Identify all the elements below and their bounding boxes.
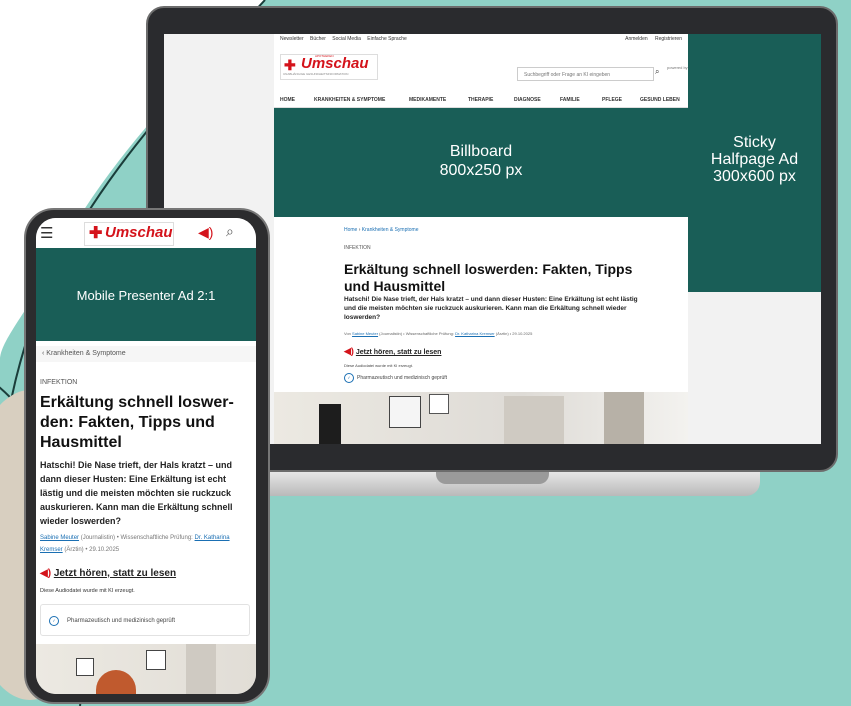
pharmacy-cross-icon: ✚ [284, 57, 296, 73]
hero-frame [389, 396, 421, 428]
article-title: Erkältung schnell loswerden: Fakten, Tip… [344, 261, 633, 294]
billboard-ad[interactable]: Billboard 800x250 px [274, 108, 688, 217]
speaker-icon: ◀) [40, 568, 52, 579]
mobile-meta-end: (Ärztin) • 29.10.2025 [64, 547, 120, 553]
desktop-site: Newsletter Bücher Social Media Einfache … [274, 34, 688, 444]
audio-button[interactable]: ◀) Jetzt hören, statt zu lesen [344, 346, 441, 357]
account-links: Anmelden Registrieren [619, 36, 682, 42]
menu-icon[interactable]: ☰ [40, 224, 53, 242]
top-navigation: Newsletter Bücher Social Media Einfache … [280, 36, 412, 42]
meta-end: (Ärztin) • 29.10.2025 [495, 331, 533, 336]
verified-badge: ✓ Pharmazeutisch und medizinisch geprüft [344, 373, 447, 383]
mobile-logo-text: Umschau [105, 224, 173, 241]
reviewer-link[interactable]: Dr. Katharina Kremser [455, 331, 495, 336]
mobile-logo[interactable]: ✚ Umschau [84, 222, 174, 246]
logo-subtitle: UNABHÄNGIGE GESUNDHEITSINFORMATION [283, 72, 349, 76]
mobile-verified-label: Pharmazeutisch und medizinisch geprüft [67, 618, 176, 624]
halfpage-label-1: Sticky [733, 134, 776, 151]
mobile-audio-label: Jetzt hören, statt zu lesen [53, 568, 177, 579]
mobile-header: ☰ ✚ Umschau ◀) ⌕ [36, 218, 256, 249]
login-link[interactable]: Anmelden [625, 36, 648, 42]
nav-pflege[interactable]: PFLEGE [602, 97, 622, 103]
mobile-hero-wall [186, 644, 216, 694]
mobile-hero-frame-2 [146, 650, 166, 670]
billboard-label: Billboard [449, 143, 513, 160]
billboard-size: 800x250 px [439, 162, 523, 179]
halfpage-ad[interactable]: Sticky Halfpage Ad 300x600 px [688, 34, 821, 292]
meta-prefix: Von [344, 331, 351, 336]
topnav-einfache-sprache[interactable]: Einfache Sprache [367, 36, 406, 42]
breadcrumb-home[interactable]: Home [344, 227, 357, 233]
mobile-meta-mid: (Journalistin) • Wissenschaftliche Prüfu… [80, 535, 193, 541]
hero-frame-small [429, 394, 449, 414]
nav-gesund-leben[interactable]: GESUND LEBEN [640, 97, 680, 103]
mobile-presenter-ad[interactable]: Mobile Presenter Ad 2:1 [36, 248, 256, 341]
hero-wall [504, 396, 564, 444]
nav-therapie[interactable]: THERAPIE [468, 97, 493, 103]
mobile-title: Erkältung schnell loswer-den: Fakten, Ti… [40, 394, 234, 451]
powered-by-label: powered by [667, 65, 688, 70]
mobile-lead: Hatschi! Die Nase trieft, der Hals kratz… [40, 460, 233, 526]
shield-icon: ✓ [49, 616, 59, 626]
breadcrumb-category[interactable]: Krankheiten & Symptome [362, 227, 419, 233]
nav-familie[interactable]: FAMILIE [560, 97, 580, 103]
mobile-audio-button[interactable]: ◀) Jetzt hören, statt zu lesen [40, 568, 176, 579]
logo-text: Umschau [301, 55, 369, 72]
ai-note: Diese Audiodatei wurde mit KI erzeugt. [344, 363, 413, 368]
search-icon[interactable]: ⌕ [655, 67, 659, 77]
nav-krankheiten[interactable]: KRANKHEITEN & SYMPTOME [314, 97, 385, 103]
nav-medikamente[interactable]: MEDIKAMENTE [409, 97, 446, 103]
mobile-ai-note: Diese Audiodatei wurde mit KI erzeugt. [40, 588, 135, 594]
meta-mid: (Journalistin) • Wissenschaftliche Prüfu… [379, 331, 454, 336]
search-icon[interactable]: ⌕ [226, 223, 234, 240]
mobile-author-link[interactable]: Sabine Meuter [40, 535, 79, 541]
search-input[interactable]: Suchbegriff oder Frage an KI eingeben [517, 67, 654, 81]
mobile-breadcrumb[interactable]: ‹ Krankheiten & Symptome [36, 346, 256, 362]
mobile-meta: Sabine Meuter (Journalistin) • Wissensch… [40, 532, 252, 556]
halfpage-size: 300x600 px [713, 168, 796, 185]
article-meta: Von Sabine Meuter (Journalistin) • Wisse… [344, 331, 532, 336]
topnav-social-media[interactable]: Social Media [332, 36, 361, 42]
hero-window [604, 392, 644, 444]
author-link[interactable]: Sabine Meuter [352, 331, 378, 336]
mobile-ad-label: Mobile Presenter Ad 2:1 [76, 288, 216, 303]
article-lead: Hatschi! Die Nase trieft, der Hals kratz… [344, 296, 638, 321]
topnav-newsletter[interactable]: Newsletter [280, 36, 304, 42]
topnav-buecher[interactable]: Bücher [310, 36, 326, 42]
shield-icon: ✓ [344, 373, 354, 383]
mobile-category: INFEKTION [40, 379, 78, 386]
register-link[interactable]: Registrieren [655, 36, 682, 42]
category-navigation: HOME KRANKHEITEN & SYMPTOME MEDIKAMENTE … [274, 97, 688, 108]
pharmacy-cross-icon: ✚ [89, 225, 103, 242]
speaker-icon: ◀) [344, 346, 354, 356]
hero-frame-dark [319, 404, 341, 444]
laptop-notch [436, 472, 549, 484]
audio-label: Jetzt hören, statt zu lesen [355, 349, 442, 356]
nav-diagnose[interactable]: DIAGNOSE [514, 97, 541, 103]
speaker-icon[interactable]: ◀) [198, 224, 213, 241]
mobile-verified-badge: ✓ Pharmazeutisch und medizinisch geprüft [40, 604, 250, 636]
site-logo[interactable]: ✚ APOTHEKEN Umschau UNABHÄNGIGE GESUNDHE… [280, 54, 378, 80]
phone-screen: ☰ ✚ Umschau ◀) ⌕ Mobile Presenter Ad 2:1… [36, 218, 256, 694]
mobile-breadcrumb-label: Krankheiten & Symptome [46, 350, 126, 357]
mobile-hero-frame [76, 658, 94, 676]
nav-home[interactable]: HOME [280, 97, 295, 103]
halfpage-label-2: Halfpage Ad [710, 151, 799, 168]
verified-label: Pharmazeutisch und medizinisch geprüft [357, 375, 448, 381]
article-category: INFEKTION [344, 245, 371, 251]
breadcrumb: Home › Krankheiten & Symptome [344, 227, 419, 233]
